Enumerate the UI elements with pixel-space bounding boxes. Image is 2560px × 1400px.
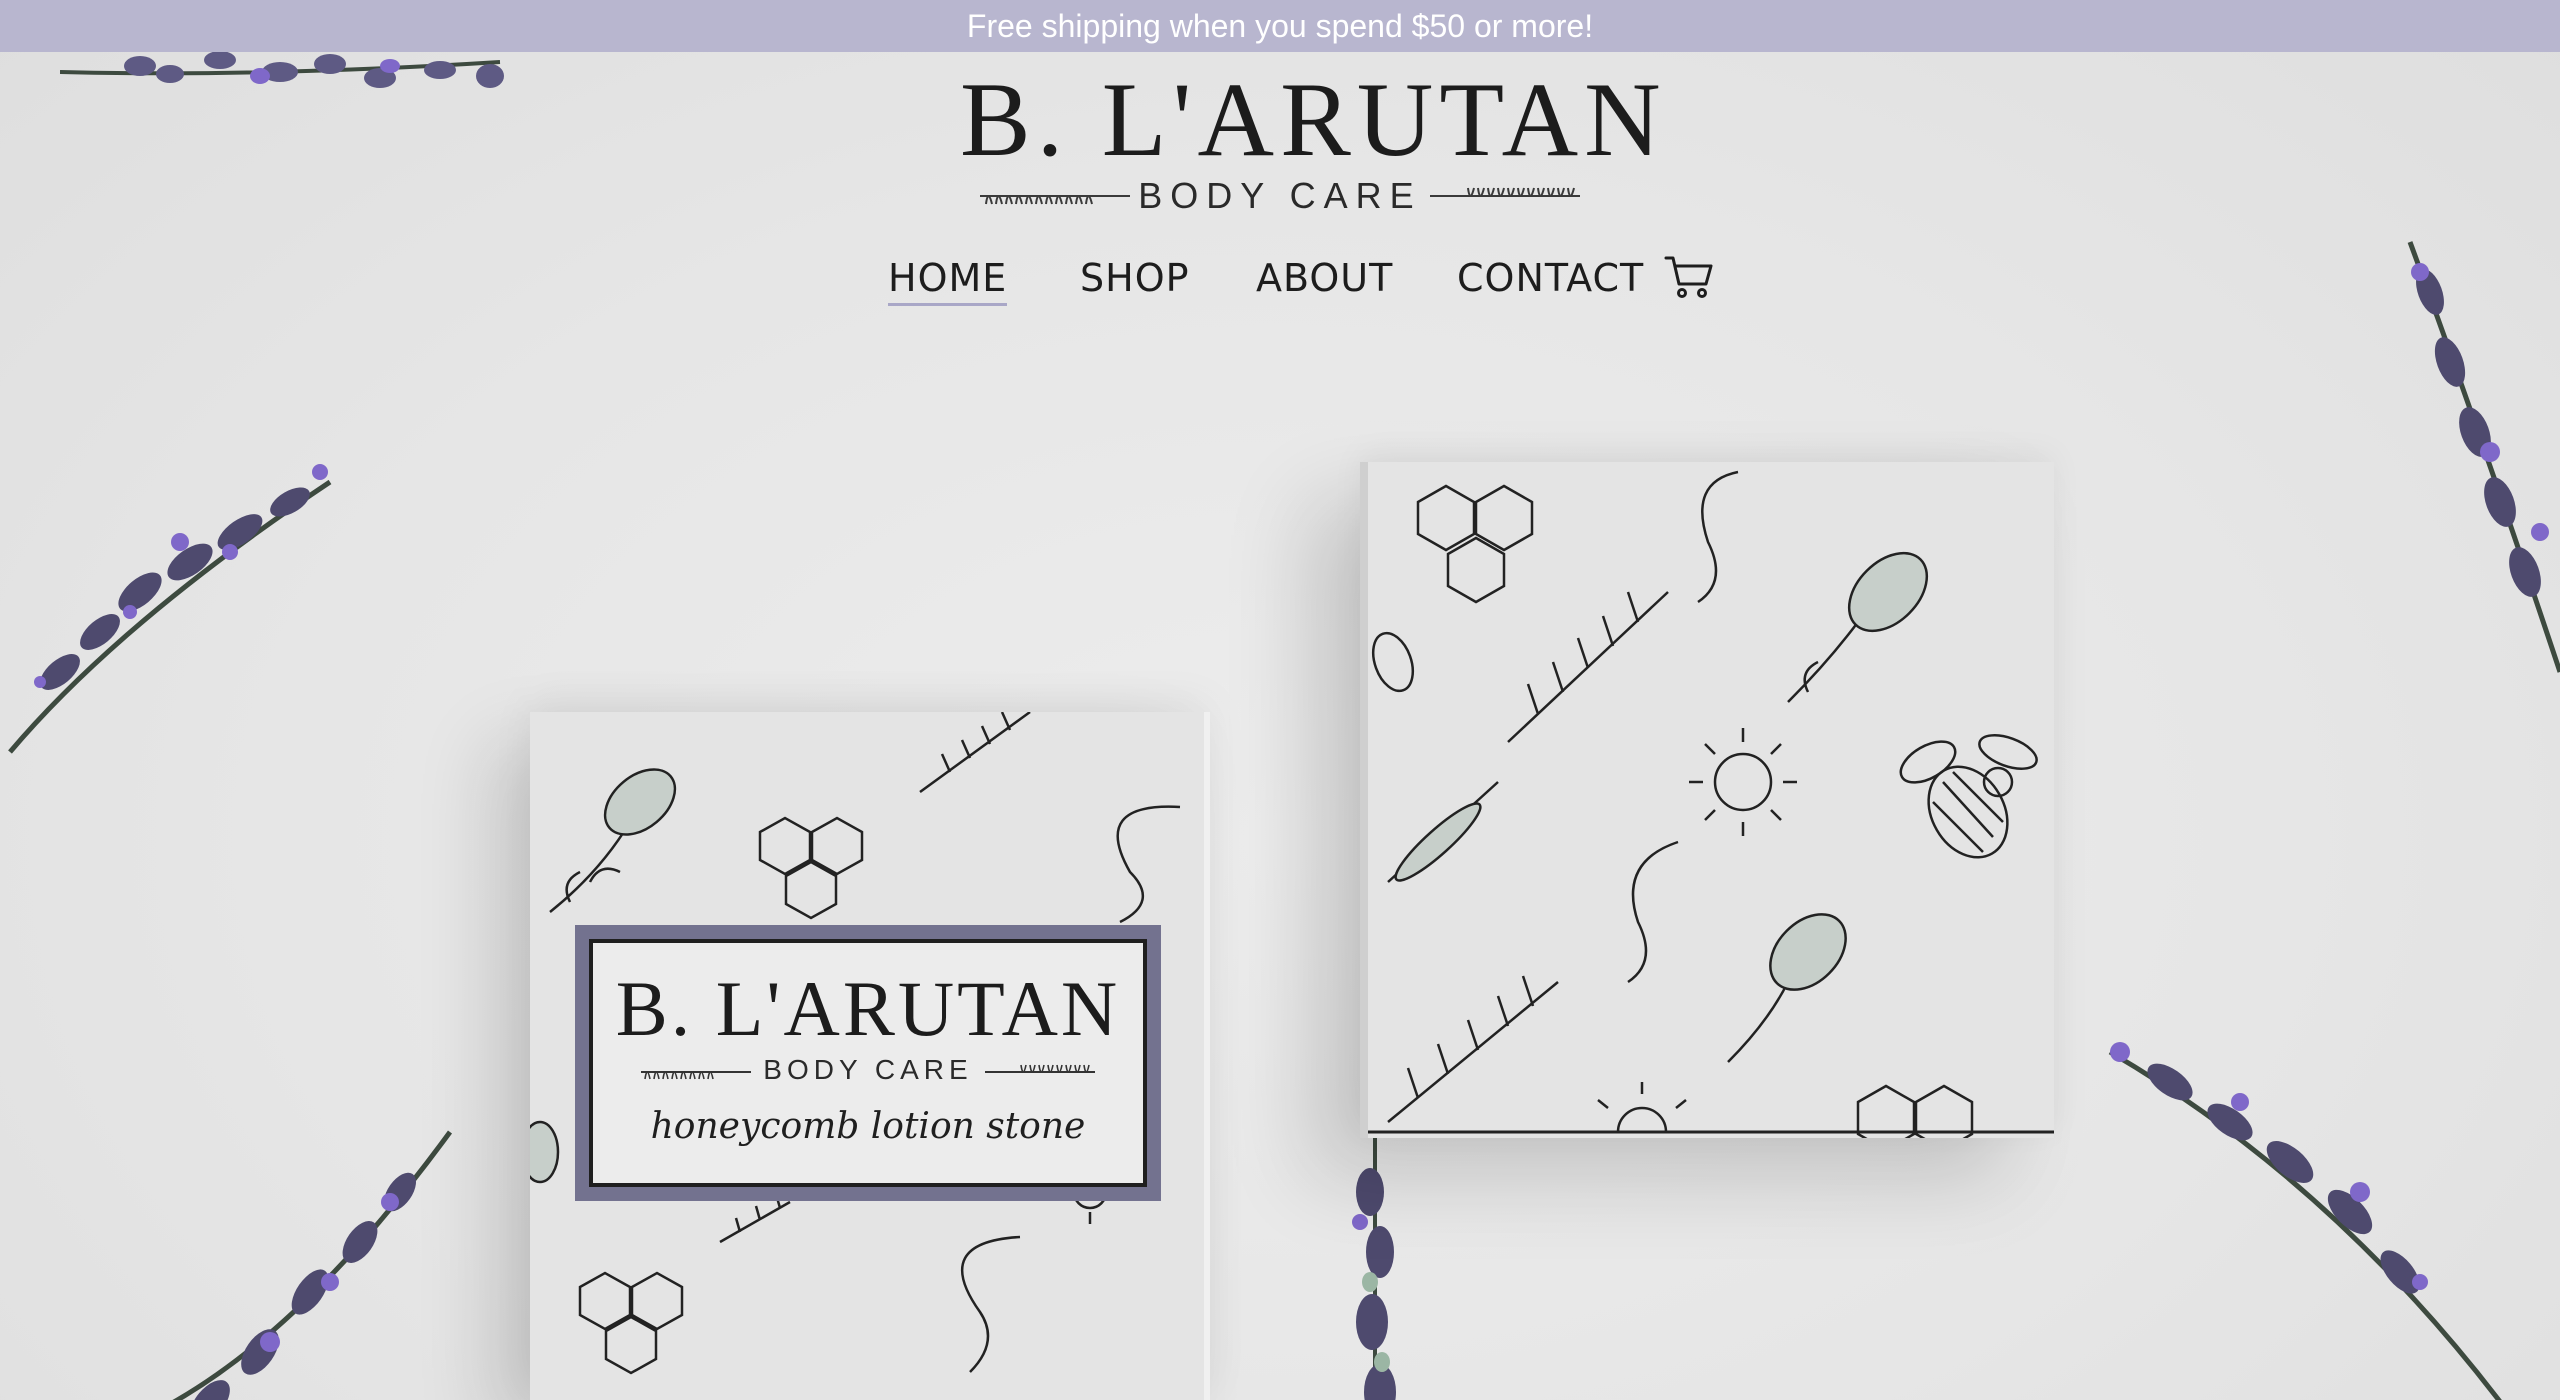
nav-item-contact[interactable]: CONTACT: [1457, 252, 1644, 304]
lavender-sprig-icon: [60, 52, 504, 88]
product-box-back[interactable]: [1360, 462, 2054, 1138]
fern-icon: [980, 195, 1130, 205]
main-nav: HOME SHOP ABOUT CONTACT: [0, 252, 2560, 312]
product-label-inner: B. L'ARUTAN BODY CARE honeycomb lotion s…: [589, 939, 1147, 1187]
shopping-cart-icon[interactable]: [1664, 254, 1714, 300]
nav-item-home[interactable]: HOME: [888, 252, 1008, 306]
product-name: honeycomb lotion stone: [634, 1105, 1102, 1149]
brand-logo[interactable]: B. L'ARUTAN BODY CARE: [960, 61, 1667, 220]
fern-icon: [1430, 187, 1580, 197]
product-label-tagline: BODY CARE: [589, 1055, 1147, 1085]
nav-item-about[interactable]: ABOUT: [1256, 252, 1393, 304]
brand-tagline-row: BODY CARE: [960, 176, 1600, 216]
product-label: B. L'ARUTAN BODY CARE honeycomb lotion s…: [575, 925, 1161, 1201]
nav-item-shop[interactable]: SHOP: [1080, 252, 1190, 304]
lavender-sprig-icon: [172, 1130, 453, 1400]
product-box-front[interactable]: B. L'ARUTAN BODY CARE honeycomb lotion s…: [530, 712, 1210, 1400]
product-label-brand: B. L'ARUTAN: [615, 965, 1121, 1052]
brand-tagline: BODY CARE: [1138, 175, 1422, 216]
fern-icon: [640, 1070, 751, 1079]
announcement-text: Free shipping when you spend $50 or more…: [966, 8, 1594, 44]
lavender-sprig-icon: [8, 464, 332, 754]
announcement-bar: Free shipping when you spend $50 or more…: [0, 0, 2560, 52]
brand-name: B. L'ARUTAN: [960, 61, 1667, 178]
fern-icon: [985, 1064, 1096, 1073]
product-label-tagline-text: BODY CARE: [763, 1054, 973, 1085]
lavender-sprig-icon: [2108, 1042, 2502, 1400]
lavender-sprig-icon: [1352, 1132, 1396, 1400]
pattern-decor: [1368, 470, 2054, 1138]
